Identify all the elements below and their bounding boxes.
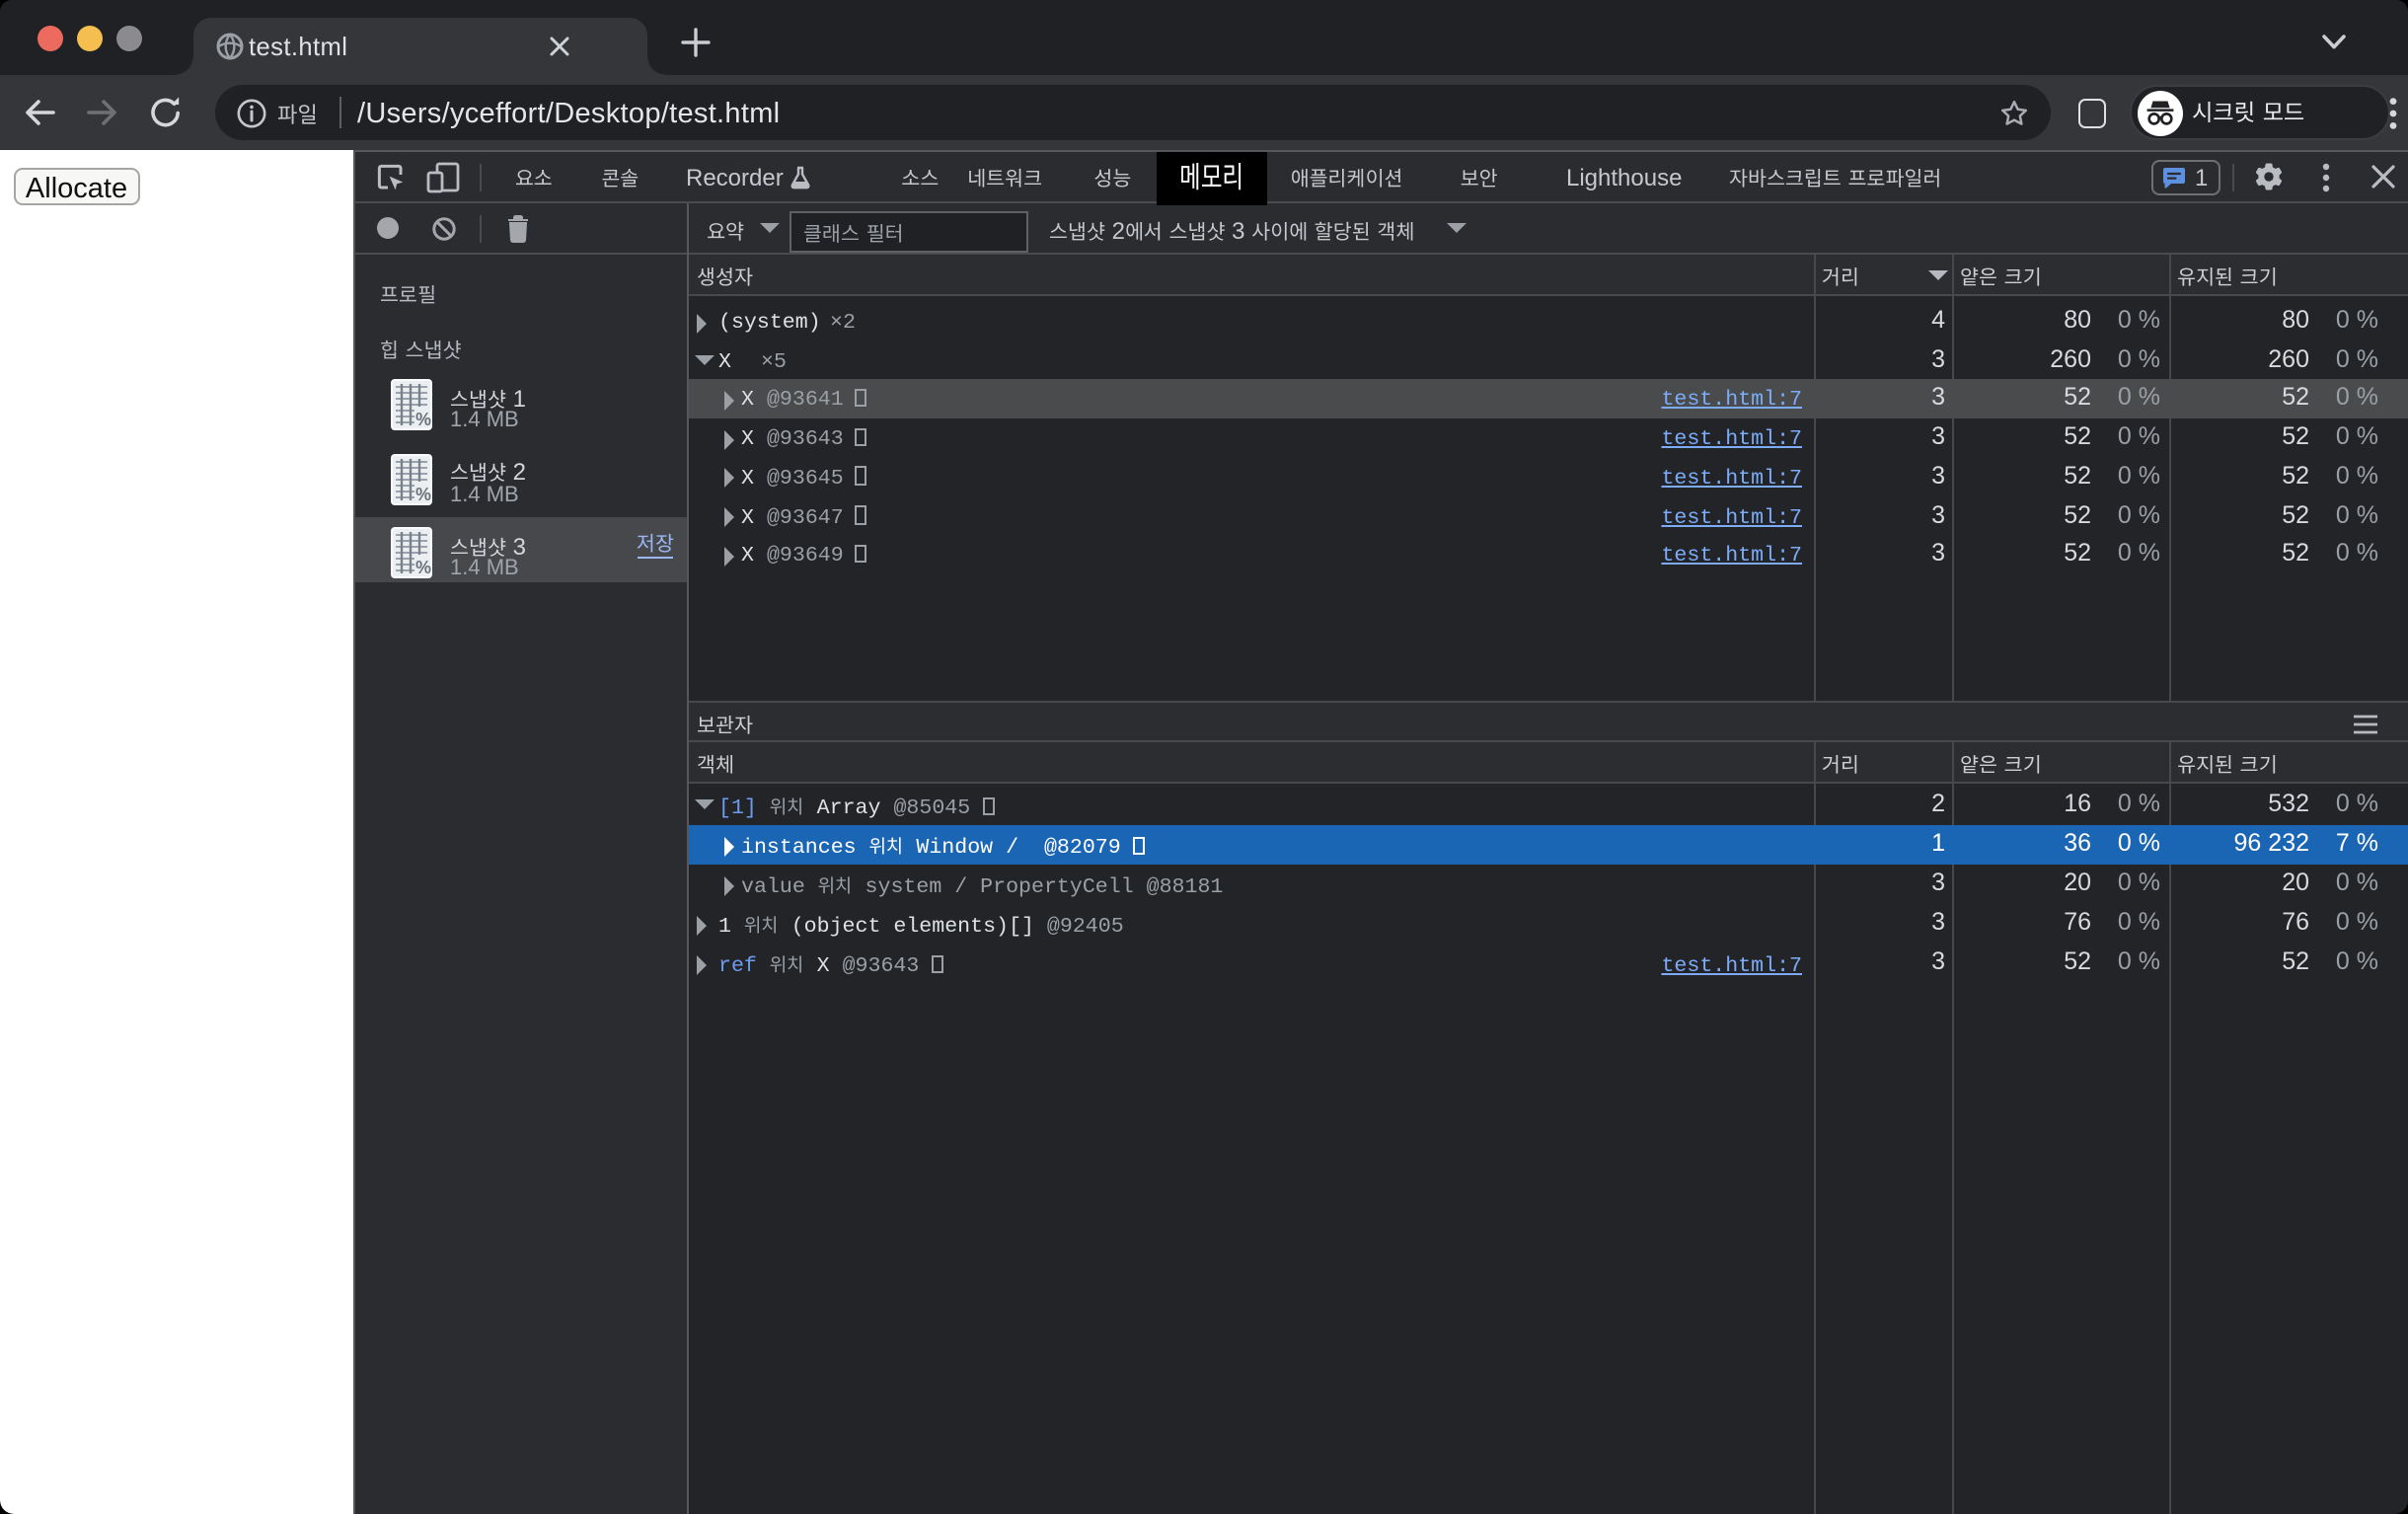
svg-text:%: % [414,484,430,503]
svg-text:%: % [414,558,430,577]
svg-text:%: % [414,410,430,429]
